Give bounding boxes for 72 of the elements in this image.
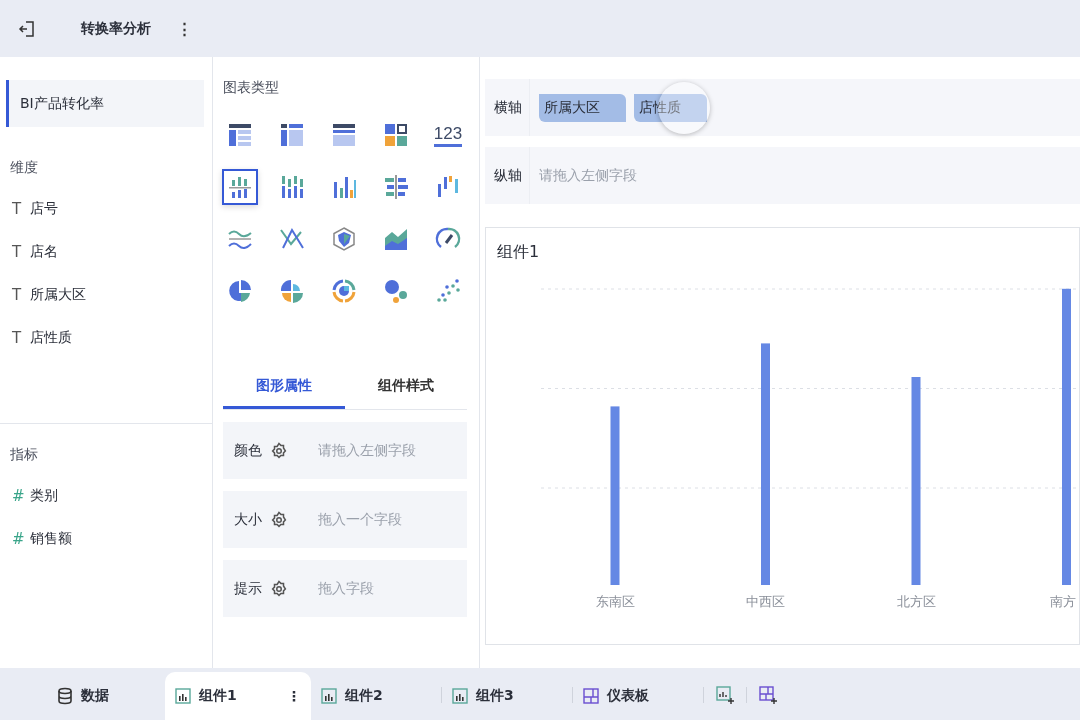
area-chart-icon [383,226,409,252]
sunburst-chart-icon [331,278,357,304]
field-type-icon: T [12,199,24,218]
settings-icon[interactable] [270,510,288,529]
field-item[interactable]: 所属大区 [30,285,86,304]
drop-hint: 请拖入左侧字段 [318,441,416,460]
waterfall-chart-icon [435,174,461,200]
field-chip[interactable]: 所属大区 [539,93,626,122]
axis-drop-field[interactable]: 纵轴 请拖入左侧字段 [485,147,1080,204]
bar-chart-icon [331,174,357,200]
drop-hint: 拖入一个字段 [318,510,402,529]
table-icon [279,122,305,148]
field-item[interactable]: 店性质 [30,328,72,347]
scatter-chart-icon [435,278,461,304]
bottom-tab[interactable]: 组件3 [442,672,572,720]
property-drop-field[interactable]: 大小 拖入一个字段 [223,491,467,548]
radar-chart-icon [331,226,357,252]
field-item[interactable]: 类别 [30,486,58,505]
field-item[interactable]: 店名 [30,242,58,261]
drop-hint: 拖入字段 [318,579,374,598]
report-title: 转换率分析 [81,19,151,38]
field-type-icon: T [12,328,24,347]
bubble-chart-icon [383,278,409,304]
section-heading: 图表类型 [223,79,280,97]
axis-label: 横轴 [485,79,530,136]
settings-icon[interactable] [270,579,288,598]
card-title: 组件1 [497,242,541,263]
bar-chart-icon [452,688,468,704]
field-type-icon: # [12,486,24,505]
field-item[interactable]: 销售额 [30,529,72,548]
table-icon [331,122,357,148]
property-tab[interactable]: 图形属性 [223,365,345,409]
bottom-tab[interactable]: 数据 [0,672,165,720]
axis-label: 纵轴 [485,147,530,204]
exit-icon[interactable] [18,19,36,38]
property-label: 颜色 [234,441,263,460]
bottom-tab[interactable]: 组件1 ⋮ [165,672,311,720]
pie-chart-icon [227,278,253,304]
treemap-icon [383,122,409,148]
table-icon [227,122,253,148]
axis-drop-field[interactable]: 横轴 所属大区 店性质 [485,79,1080,136]
horizontal-bar-icon [383,174,409,200]
section-heading: 指标 [9,446,39,464]
settings-icon[interactable] [270,441,288,460]
dashboard-icon [583,688,599,704]
pie-chart-icon [279,278,305,304]
field-type-icon: # [12,529,24,548]
chart-type-button[interactable] [222,169,258,205]
bottom-tab[interactable]: 组件2 [311,672,441,720]
property-drop-field[interactable]: 颜色 请拖入左侧字段 [223,422,467,479]
tab-menu-button[interactable]: ⋮ [287,688,301,704]
bottom-tab[interactable]: 仪表板 [573,672,703,720]
section-heading: 维度 [9,159,39,177]
axis-category-label: 中西区 [746,593,785,611]
field-type-icon: T [12,242,24,261]
bar-chart-icon [227,174,253,200]
drop-hint: 请拖入左侧字段 [539,166,637,185]
field-type-icon: T [12,285,24,304]
database-icon [56,687,73,705]
property-label: 大小 [234,510,263,529]
axis-category-label: 南方 [1050,593,1076,611]
field-item[interactable]: 店号 [30,199,58,218]
property-drop-field[interactable]: 提示 拖入字段 [223,560,467,617]
axis-category-label: 北方区 [896,593,936,611]
stacked-bar-icon [279,174,305,200]
axis-category-label: 东南区 [595,593,635,611]
more-menu-button[interactable]: ⋮ [173,19,196,38]
bar-chart-icon [321,688,337,704]
property-label: 提示 [234,579,263,598]
dataset-item[interactable]: BI产品转化率 [6,80,204,127]
property-tab[interactable]: 组件样式 [345,365,467,409]
bar-chart-icon [175,688,191,704]
